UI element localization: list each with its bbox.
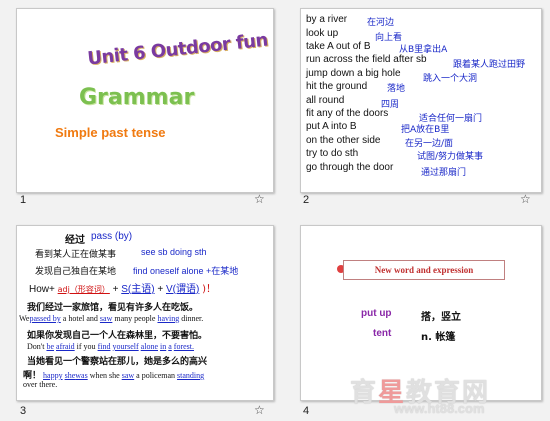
phrase-zh: 向上看 xyxy=(375,33,403,43)
s2-blank: find xyxy=(97,342,111,351)
s3-title: 经过 xyxy=(65,235,85,246)
line2-zh: 发现自己独自在某地 xyxy=(35,267,117,277)
phrase-zh: 在另一边/面 xyxy=(405,139,454,149)
how-structure: How+ adj（形容词） + S(主语) + V(谓语) )！ xyxy=(29,280,216,295)
phrase-en: look up xyxy=(306,28,339,39)
slide-number-1: 1 xyxy=(20,194,27,206)
s1-word: We xyxy=(19,314,30,323)
phrase-zh: 跟着某人跑过田野 xyxy=(453,60,526,70)
phrase-en: hit the ground xyxy=(306,81,368,92)
slide-number-3: 3 xyxy=(20,405,27,417)
sentence2-zh: 如果你发现自己一个人在森林里，不要害怕。 xyxy=(27,331,208,341)
s3-title-en: pass (by) xyxy=(91,231,133,242)
slide-2[interactable]: by a river 在河边 look up 向上看 take A out of B 从B… xyxy=(300,8,542,193)
phrase-zh: 试图/努力做某事 xyxy=(417,152,484,162)
s1-word: dinner. xyxy=(181,314,204,323)
sentence3-zh: 当她看见一个警察站在那儿，她是多么的高兴 xyxy=(27,357,208,367)
slide-1[interactable]: Unit 6 Outdoor fun Grammar Simple past t… xyxy=(16,8,274,193)
s1-blank: saw xyxy=(99,314,113,323)
transition-star-icon: ☆ xyxy=(520,192,531,206)
how-end: )！ xyxy=(202,284,217,295)
phrase-en: on the other side xyxy=(306,135,381,146)
phrase-zh: 跳入一个大洞 xyxy=(423,74,478,84)
phrase-zh: 把A放在B里 xyxy=(401,125,450,135)
phrase-zh: 通过那扇门 xyxy=(421,168,467,178)
line1-zh: 看到某人正在做某事 xyxy=(35,250,117,260)
slide-number-2: 2 xyxy=(303,194,310,206)
s1-blank: having xyxy=(157,314,180,323)
s2-blank: afraid xyxy=(56,342,75,351)
phrase-en: go through the door xyxy=(306,162,394,173)
phrase-en: take A out of B xyxy=(306,41,371,52)
phrase-en: try to do sth xyxy=(306,148,359,159)
s1-word: a hotel and xyxy=(62,314,98,323)
subtitle: Simple past tense xyxy=(55,125,166,140)
how-adj: adj（形容词） xyxy=(57,285,110,294)
s2-word: if you xyxy=(76,342,96,351)
s3-blank: she xyxy=(64,371,76,380)
how-prefix: How+ xyxy=(29,284,55,295)
s2-blank: in xyxy=(160,342,167,351)
transition-star-icon: ☆ xyxy=(254,403,265,417)
s2-blank: a xyxy=(168,342,172,351)
word-tent: tent xyxy=(373,328,392,339)
line1-en: see sb doing sth xyxy=(141,247,207,257)
s2-blank: alone xyxy=(140,342,158,351)
wm-a: 育 xyxy=(350,378,379,408)
slide-3[interactable]: 经过 pass (by) 看到某人正在做某事 see sb doing sth … xyxy=(16,225,274,401)
s2-blank: be xyxy=(46,342,55,351)
s1-blank: passed by xyxy=(29,314,61,323)
phrase-en: run across the field after sb xyxy=(306,54,427,65)
s3-word: when she xyxy=(89,371,120,380)
section-title-box: New word and expression xyxy=(343,260,505,280)
phrase-en: by a river xyxy=(306,14,348,25)
phrase-zh: 落地 xyxy=(387,84,406,94)
s2-blank: forest. xyxy=(173,342,195,351)
grammar-heading: Grammar xyxy=(79,85,195,110)
how-plus-2: + xyxy=(157,284,164,295)
s3-blank: happy xyxy=(43,371,63,380)
s2-word: Don't xyxy=(27,342,45,351)
phrase-en: all round xyxy=(306,95,345,106)
how-verb: V(谓语) xyxy=(166,284,200,295)
watermark-url: www.ht88.com xyxy=(394,401,485,416)
s3-word: a policeman xyxy=(136,371,176,380)
sentence1-zh: 我们经过一家旅馆，看见有许多人在吃饭。 xyxy=(27,303,199,313)
phrase-en: jump down a big hole xyxy=(306,68,401,79)
slide-number-4: 4 xyxy=(303,405,310,417)
s2-blank: yourself xyxy=(112,342,139,351)
word-put-up: put up xyxy=(361,308,392,319)
phrase-en: put A into B xyxy=(306,121,357,132)
s3-blank: was xyxy=(75,371,88,380)
how-plus: + xyxy=(112,284,119,295)
line2-en: find oneself alone +在某地 xyxy=(133,266,239,276)
unit-title: Unit 6 Outdoor fun xyxy=(86,29,269,70)
meaning-put-up: 搭，竖立 xyxy=(421,312,461,323)
s3-blank: saw xyxy=(121,371,135,380)
transition-star-icon: ☆ xyxy=(254,192,265,206)
meaning-tent: n. 帐篷 xyxy=(421,332,456,343)
phrase-zh: 在河边 xyxy=(367,18,395,28)
phrase-en: fit any of the doors xyxy=(306,108,389,119)
sentence2-en: Don't be afraid if you find yourself alo… xyxy=(27,342,194,351)
sentence1-en: Wepassed by a hotel and saw many people … xyxy=(19,314,203,323)
s1-word: many people xyxy=(114,314,156,323)
s3-blank: standing xyxy=(177,371,205,380)
sentence3-en-end: over there. xyxy=(23,380,58,389)
how-subject: S(主语) xyxy=(121,284,155,295)
